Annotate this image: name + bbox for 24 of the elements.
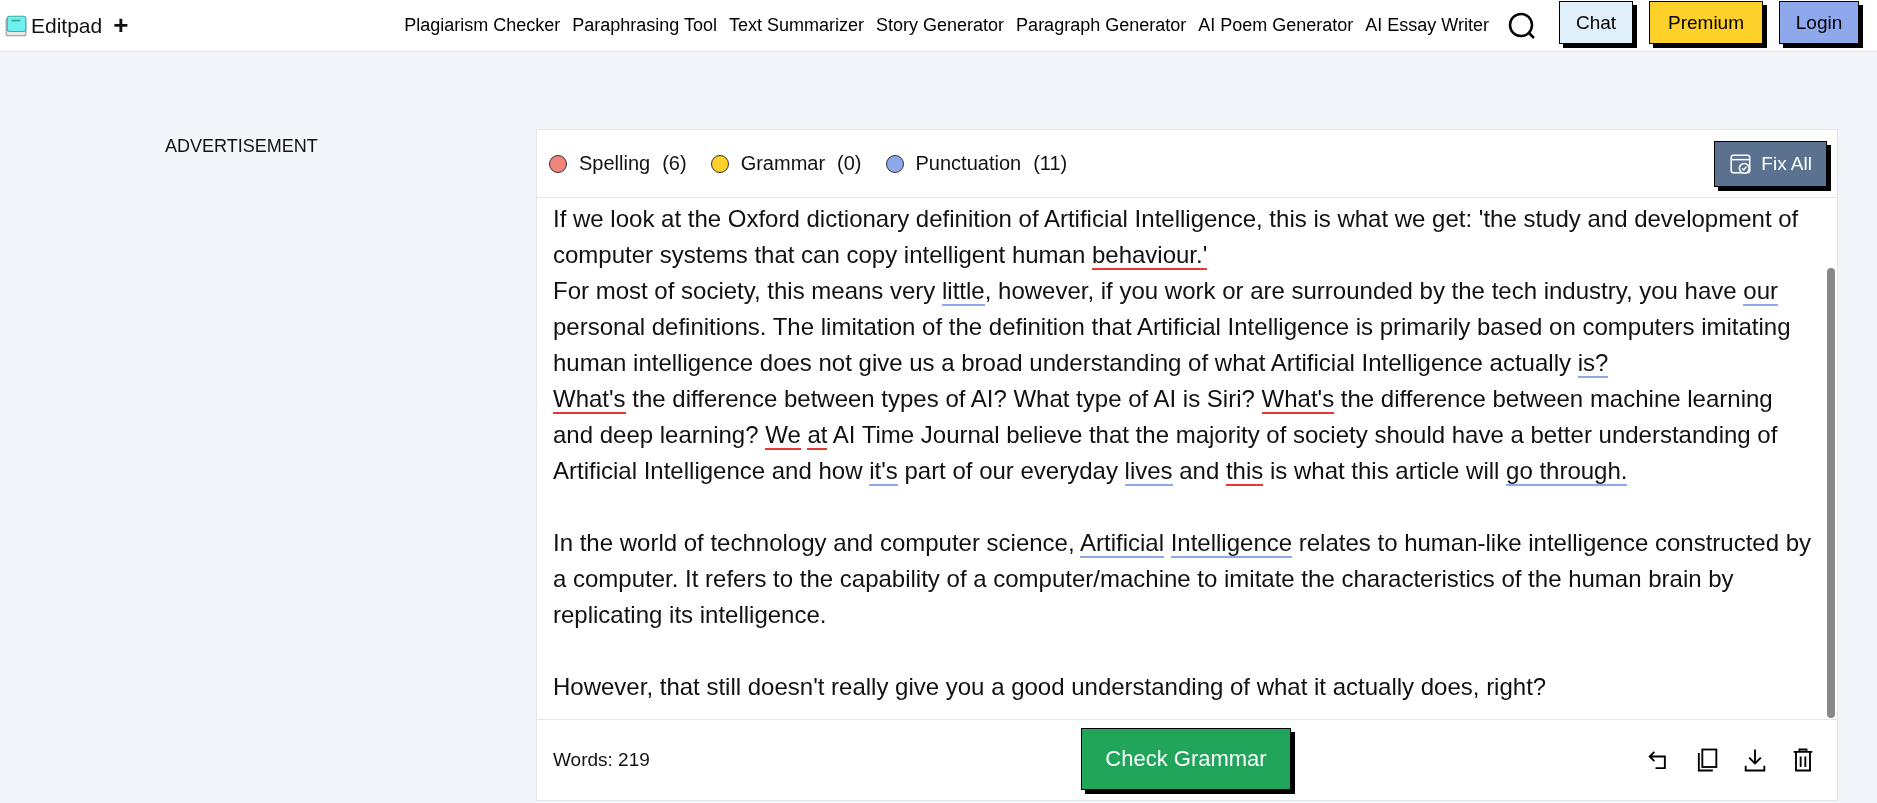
scrollbar-thumb[interactable] — [1827, 268, 1835, 718]
nav-link[interactable]: Text Summarizer — [729, 15, 865, 36]
legend-count: (6) — [662, 152, 687, 175]
editor-paragraph[interactable]: What's the difference between types of AI? What type of AI is Siri? What's the difference between machine learning and deep learning? We at AI Time Journal believe that the majority of society should have a better understanding of Artificial Intelligence and how it's part of our everyday lives and this is what this article will go through. — [553, 381, 1813, 489]
legend-count: (0) — [837, 152, 862, 175]
nav-link[interactable]: AI Poem Generator — [1198, 15, 1354, 36]
add-button[interactable]: + — [113, 10, 129, 41]
nav-link[interactable]: Paraphrasing Tool — [572, 15, 717, 36]
legend-label[interactable]: Punctuation — [915, 152, 1022, 175]
legend-count: (11) — [1033, 152, 1068, 175]
legend-label[interactable]: Grammar — [740, 152, 826, 175]
nav-link[interactable]: Paragraph Generator — [1016, 15, 1187, 36]
advertisement-label: ADVERTISEMENT — [165, 136, 318, 156]
nav-link[interactable]: Story Generator — [876, 15, 1005, 36]
logo-text[interactable]: Editpad — [31, 13, 103, 38]
word-count: Words: 219 — [553, 749, 650, 771]
legend-label[interactable]: Spelling — [579, 152, 651, 175]
nav-link[interactable]: AI Essay Writer — [1365, 15, 1489, 36]
search-icon[interactable] — [1507, 10, 1537, 41]
editor-paragraph[interactable]: In the world of technology and computer science, Artificial Intelligence relates to human-like intelligence constructed by a computer. It refers to the capability of a computer/machine to imitate the characteristics of the human brain by replicating its intelligence. — [553, 489, 1813, 633]
nav-link[interactable]: Plagiarism Checker — [404, 15, 561, 36]
editor-paragraph[interactable]: For most of society, this means very little, however, if you work or are surrounded by the tech industry, you have our personal definitions. The limitation of the definition that Artificial Intelligence is primarily based on computers imitating human intelligence does not give us a broad understanding of what Artificial Intelligence actually is? — [553, 273, 1813, 381]
editor-paragraph[interactable]: However, that still doesn't really give you a good understanding of what it actually does, right? — [553, 633, 1813, 705]
notepad-icon[interactable] — [4, 13, 28, 38]
